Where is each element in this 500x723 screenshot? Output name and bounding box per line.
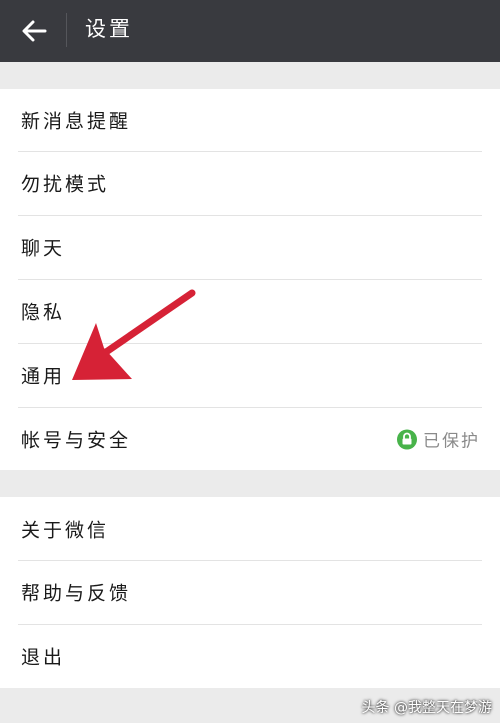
settings-item-label: 勿扰模式 [21,173,110,196]
settings-item-about-wechat[interactable]: 关于微信 [0,497,500,560]
settings-item-label: 新消息提醒 [21,110,132,133]
settings-item-account-security[interactable]: 帐号与安全 已保护 [0,407,500,471]
protection-status: 已保护 [397,427,480,452]
back-button[interactable] [8,11,60,51]
settings-item-privacy[interactable]: 隐私 [0,279,500,343]
settings-group-main: 新消息提醒 勿扰模式 聊天 隐私 通用 帐号与安全 已保护 [0,89,500,470]
settings-item-label: 关于微信 [21,519,110,541]
settings-item-label: 退出 [21,646,66,669]
settings-item-label: 聊天 [21,237,66,260]
settings-item-do-not-disturb[interactable]: 勿扰模式 [0,151,500,215]
settings-item-label: 隐私 [21,301,66,324]
settings-group-secondary: 关于微信 帮助与反馈 退出 [0,497,500,688]
page-title: 设置 [85,17,133,41]
settings-item-label: 帮助与反馈 [21,582,132,605]
settings-item-label: 帐号与安全 [21,429,132,452]
settings-item-chat[interactable]: 聊天 [0,215,500,279]
settings-item-new-message-alerts[interactable]: 新消息提醒 [0,89,500,151]
lock-icon [397,429,417,449]
settings-item-general[interactable]: 通用 [0,343,500,407]
status-text: 已保护 [423,431,480,452]
header-divider [66,13,67,47]
settings-item-log-out[interactable]: 退出 [0,624,500,688]
back-arrow-icon [22,20,47,42]
watermark: 头条 @我整天在梦游 [361,700,492,716]
settings-item-help-feedback[interactable]: 帮助与反馈 [0,560,500,624]
title-bar: 设置 [0,0,500,62]
settings-item-label: 通用 [21,365,66,388]
